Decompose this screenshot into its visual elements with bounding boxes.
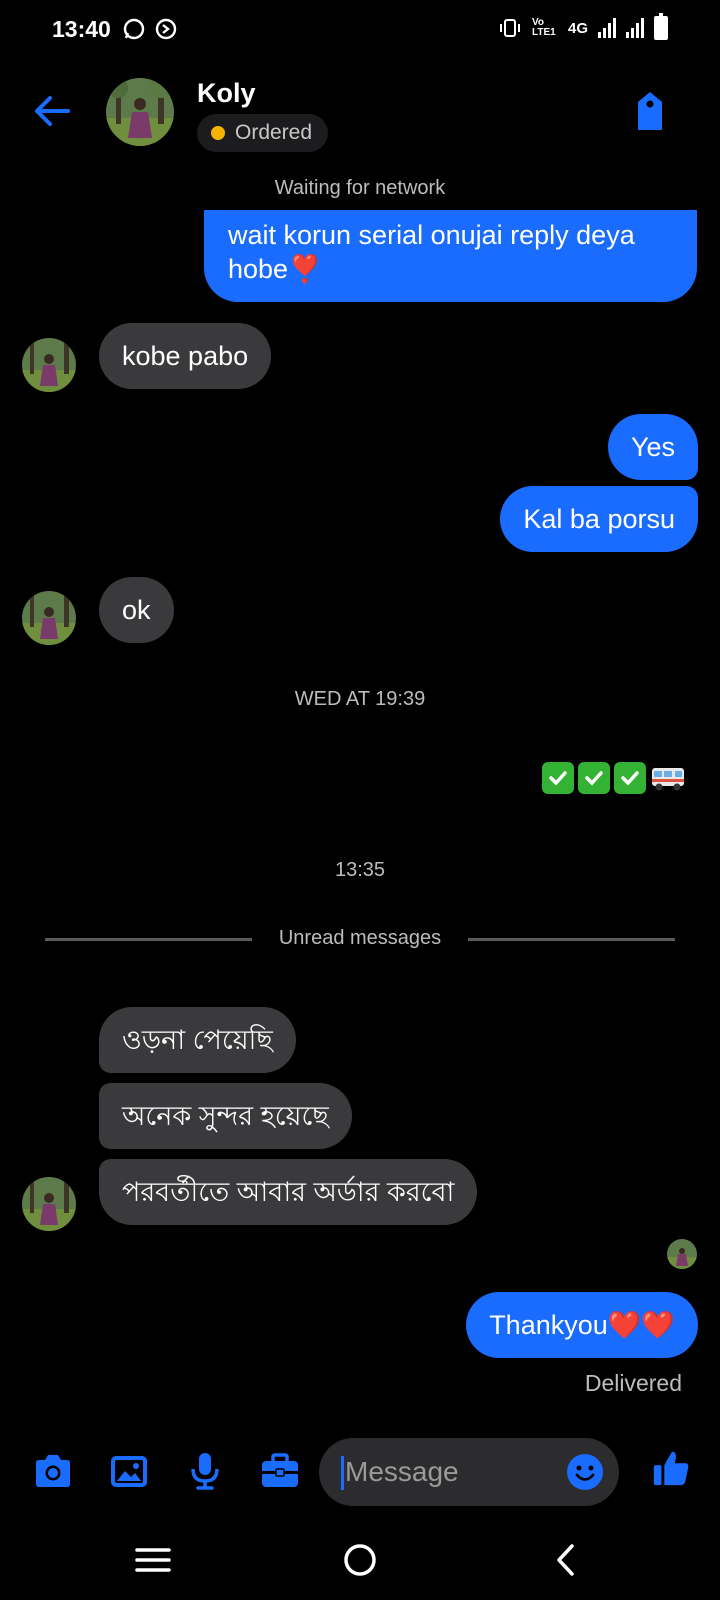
text-caret	[341, 1456, 344, 1490]
read-receipt-avatar	[667, 1239, 697, 1269]
timestamp-separator: WED AT 19:39	[294, 688, 426, 710]
message-incoming[interactable]: kobe pabo	[99, 323, 272, 389]
chat-header: Koly Ordered	[0, 62, 720, 172]
contact-status-badge[interactable]: Ordered	[197, 114, 329, 152]
volte-label: Vo LTE1	[531, 17, 556, 38]
message-incoming[interactable]: ok	[99, 577, 174, 643]
message-composer	[0, 1432, 720, 1510]
check-mark-emoji-icon	[614, 762, 646, 794]
status-notification-icons	[122, 17, 178, 41]
timestamp-separator: 13:35	[334, 859, 386, 881]
system-navigation-bar	[0, 1520, 720, 1600]
briefcase-icon[interactable]	[259, 1451, 301, 1491]
contact-avatar-small	[22, 1177, 76, 1231]
thumbs-up-icon[interactable]	[650, 1448, 692, 1488]
network-type-label: 4G	[567, 19, 588, 37]
back-arrow-icon[interactable]	[30, 89, 74, 133]
status-bar: 13:40 Vo LTE1 4G	[0, 0, 720, 62]
emoji-icon[interactable]	[566, 1453, 604, 1491]
app-notification-icon	[155, 18, 177, 40]
status-time: 13:40	[52, 16, 111, 42]
recent-apps-icon[interactable]	[131, 1538, 175, 1582]
message-outgoing[interactable]: Thankyou❤️❤️	[466, 1292, 698, 1358]
message-outgoing[interactable]: wait korun serial onujai reply deya hobe…	[204, 210, 697, 302]
check-mark-emoji-icon	[542, 762, 574, 794]
network-notice: Waiting for network	[274, 177, 446, 199]
vibrate-icon	[499, 19, 520, 37]
home-icon[interactable]	[338, 1538, 382, 1582]
battery-icon	[654, 13, 668, 40]
contact-avatar[interactable]	[106, 78, 174, 146]
status-dot-icon	[211, 126, 225, 140]
contact-avatar-small	[22, 338, 76, 392]
unread-divider-line-right	[468, 938, 675, 941]
back-nav-icon[interactable]	[545, 1538, 589, 1582]
label-tag-icon[interactable]	[630, 90, 670, 134]
message-outgoing-emoji[interactable]: ✅✅✅🚐	[542, 762, 686, 794]
contact-status-label: Ordered	[235, 121, 313, 144]
message-incoming[interactable]: ওড়না পেয়েছি	[99, 1007, 296, 1073]
whatsapp-icon	[123, 18, 145, 40]
message-field[interactable]	[319, 1438, 619, 1506]
van-emoji-icon	[652, 768, 684, 791]
message-outgoing[interactable]: Yes	[607, 414, 698, 480]
microphone-icon[interactable]	[184, 1451, 226, 1491]
message-outgoing[interactable]: Kal ba porsu	[500, 486, 698, 552]
signal-strength-icon	[598, 18, 616, 38]
contact-avatar-small	[22, 591, 76, 645]
message-incoming[interactable]: অনেক সুন্দর হয়েছে	[99, 1083, 352, 1149]
message-incoming[interactable]: পরবর্তীতে আবার অর্ডার করবো	[99, 1159, 478, 1225]
gallery-icon[interactable]	[108, 1451, 150, 1491]
message-input[interactable]	[345, 1448, 555, 1496]
camera-icon[interactable]	[32, 1451, 74, 1491]
signal-strength-2-icon	[626, 18, 644, 38]
status-system-icons: Vo LTE1 4G	[498, 13, 668, 40]
contact-name: Koly	[197, 78, 256, 108]
delivery-status: Delivered	[584, 1370, 682, 1396]
check-mark-emoji-icon	[578, 762, 610, 794]
